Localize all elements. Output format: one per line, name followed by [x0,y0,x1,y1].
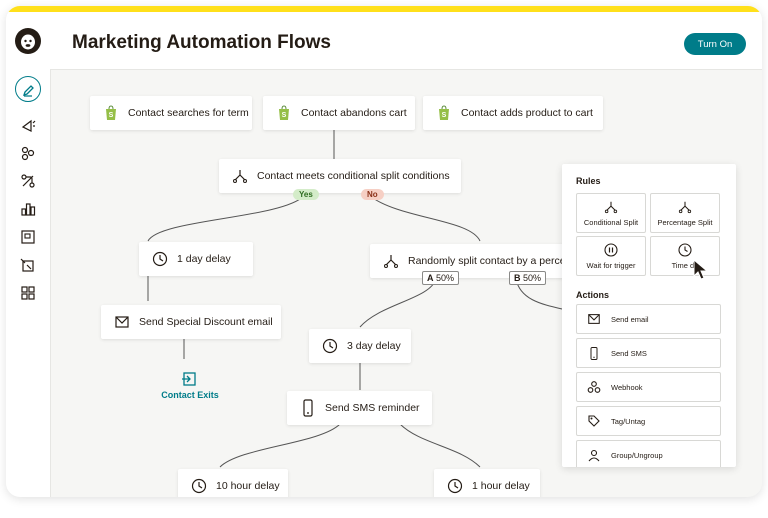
envelope-icon [586,311,602,327]
audience-icon[interactable] [19,144,37,162]
webhook-icon [586,379,602,395]
analytics-icon[interactable] [19,200,37,218]
split-icon [651,200,719,214]
send-email-node[interactable]: Send Special Discount email [101,305,281,339]
yes-pill: Yes [293,189,319,200]
rules-actions-panel: Rules Conditional Split Percentage Split… [562,164,736,467]
split-b-badge: B 50% [509,271,547,285]
svg-text:S: S [282,112,287,119]
campaign-icon[interactable] [19,116,37,134]
conditional-split-node[interactable]: Contact meets conditional split conditio… [219,159,461,193]
action-send-sms[interactable]: Send SMS [576,338,721,368]
split-icon [382,252,400,270]
website-icon[interactable] [19,256,37,274]
phone-icon [586,345,602,361]
clock-icon [190,477,208,495]
rule-percentage-split[interactable]: Percentage Split [650,193,720,233]
svg-text:S: S [109,112,114,119]
delay-node-10-hour[interactable]: 10 hour delay [178,469,288,497]
phone-icon [299,399,317,417]
node-label: Contact meets conditional split conditio… [257,170,450,182]
page-title: Marketing Automation Flows [72,32,331,53]
action-group-ungroup[interactable]: Group/Ungroup [576,440,721,467]
automations-icon[interactable] [19,172,37,190]
svg-text:S: S [442,112,447,119]
node-label: Contact searches for term [128,107,249,119]
split-icon [231,167,249,185]
page-header: Marketing Automation Flows Turn On [50,12,762,70]
exit-icon [181,371,197,392]
actions-heading: Actions [576,290,610,300]
node-label: Send SMS reminder [325,402,420,414]
node-label: 3 day delay [347,340,401,352]
action-send-email[interactable]: Send email [576,304,721,334]
clock-icon [321,337,339,355]
node-label: 1 day delay [177,253,231,265]
send-sms-node[interactable]: Send SMS reminder [287,391,432,425]
pencil-icon[interactable] [19,82,37,100]
delay-node-3-day[interactable]: 3 day delay [309,329,411,363]
node-label: Randomly split contact by a percen [408,255,570,267]
node-label: Contact adds product to cart [461,107,593,119]
node-label: Send Special Discount email [139,316,273,328]
rules-heading: Rules [576,176,601,186]
integrations-icon[interactable] [19,284,37,302]
content-icon[interactable] [19,228,37,246]
tag-icon [586,413,602,429]
node-label: Contact abandons cart [301,107,407,119]
mailchimp-logo-icon[interactable] [15,28,41,54]
trigger-contact-adds[interactable]: S Contact adds product to cart [423,96,603,130]
delay-node-1-day[interactable]: 1 day delay [139,242,253,276]
shopify-icon: S [435,104,453,122]
clock-icon [651,243,719,257]
sidebar [6,12,51,497]
split-a-badge: A 50% [422,271,460,285]
turn-on-button[interactable]: Turn On [684,33,746,55]
trigger-contact-abandons[interactable]: S Contact abandons cart [263,96,415,130]
shopify-icon: S [275,104,293,122]
contact-exits-label: Contact Exits [161,390,219,400]
no-pill: No [361,189,384,200]
trigger-contact-searches[interactable]: S Contact searches for term [90,96,252,130]
envelope-icon [113,313,131,331]
split-icon [577,200,645,214]
clock-icon [151,250,169,268]
node-label: 1 hour delay [472,480,530,492]
shopify-icon: S [102,104,120,122]
node-label: 10 hour delay [216,480,280,492]
clock-icon [446,477,464,495]
delay-node-1-hour[interactable]: 1 hour delay [434,469,540,497]
rule-wait-for-trigger[interactable]: Wait for trigger [576,236,646,276]
rule-conditional-split[interactable]: Conditional Split [576,193,646,233]
action-webhook[interactable]: Webhook [576,372,721,402]
mouse-cursor-icon [693,258,711,286]
pause-icon [577,243,645,257]
group-icon [586,447,602,463]
action-tag-untag[interactable]: Tag/Untag [576,406,721,436]
